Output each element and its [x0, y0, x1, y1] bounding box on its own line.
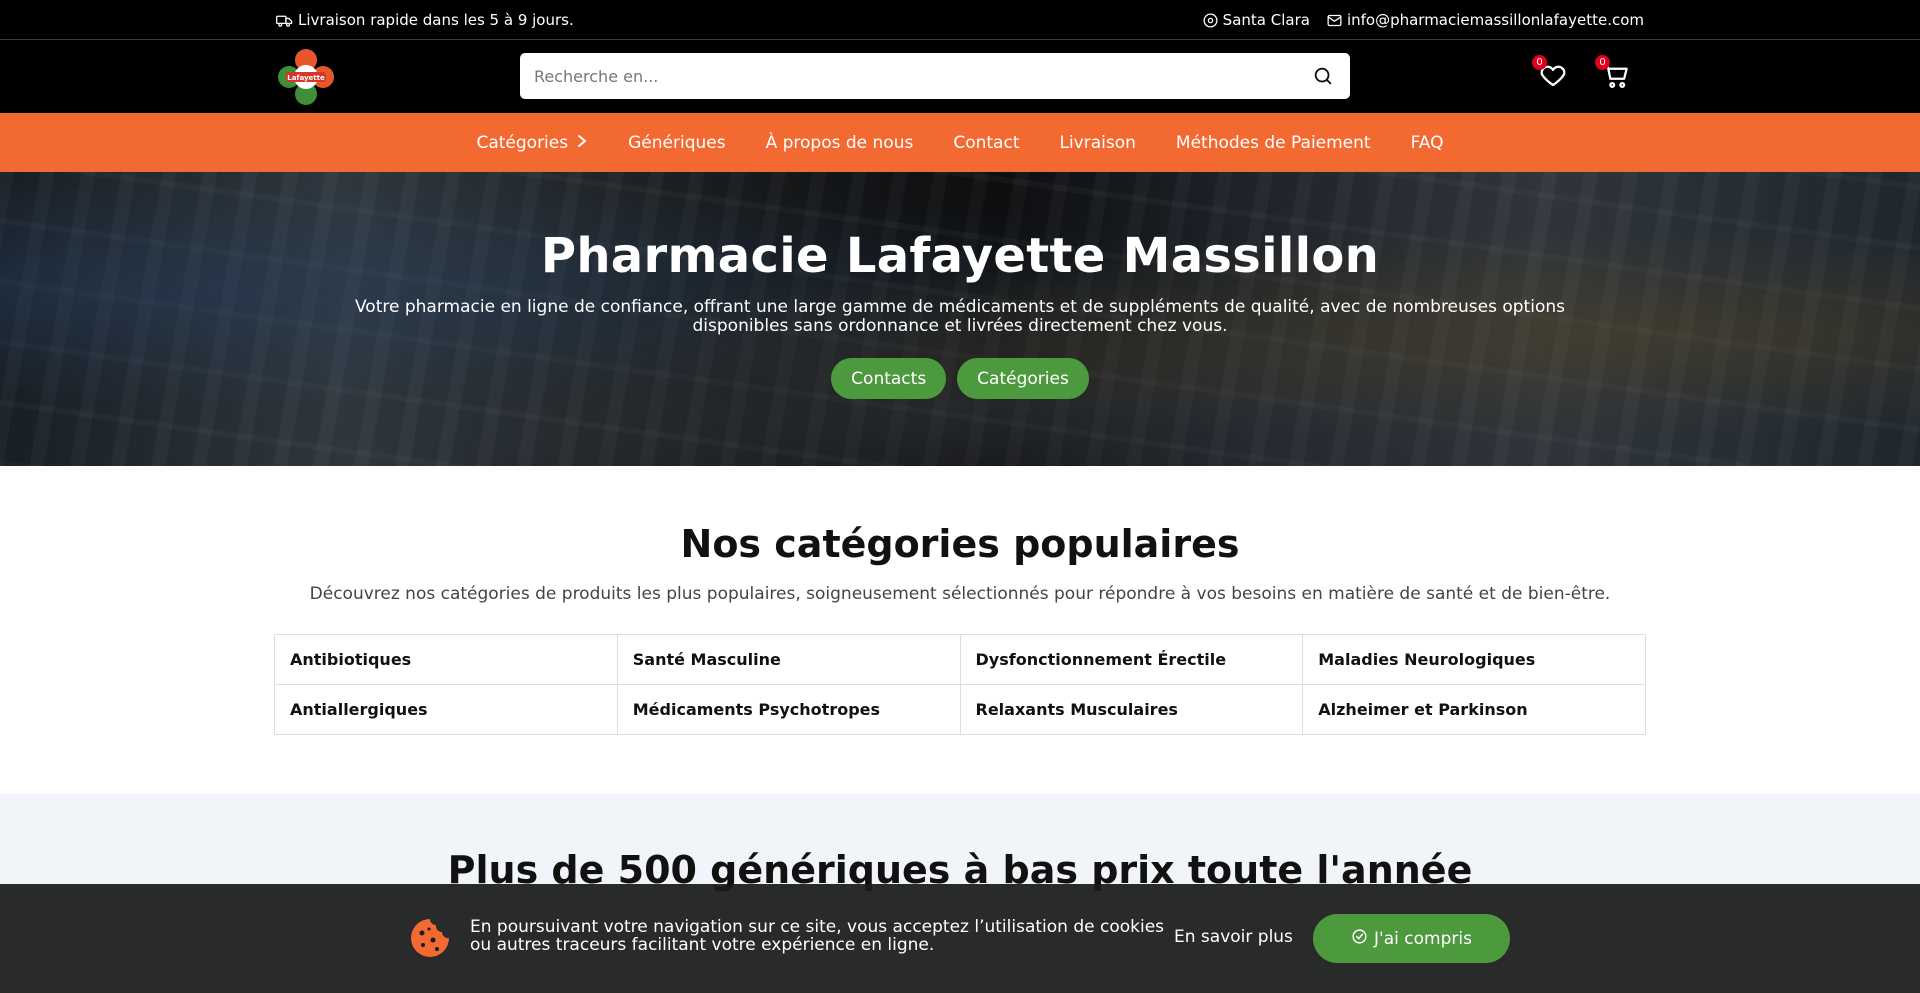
location-icon — [1202, 12, 1219, 29]
category-dysfonctionnement-erectile[interactable]: Dysfonctionnement Érectile — [960, 635, 1304, 685]
email-link[interactable]: info@pharmaciemassillonlafayette.com — [1326, 11, 1644, 29]
category-maladies-neurologiques[interactable]: Maladies Neurologiques — [1303, 635, 1646, 685]
header: Lafayette 0 0 — [0, 40, 1920, 113]
section-subtitle: Découvrez nos catégories de produits les… — [309, 584, 1611, 604]
popular-categories-section: Nos catégories populaires Découvrez nos … — [0, 466, 1920, 735]
cookie-banner: En poursuivant votre navigation sur ce s… — [0, 884, 1920, 993]
cookie-text: En poursuivant votre navigation sur ce s… — [470, 917, 1165, 955]
hero-banner: Pharmacie Lafayette Massillon Votre phar… — [0, 172, 1920, 466]
site-logo[interactable]: Lafayette — [276, 47, 336, 107]
categories-button[interactable]: Catégories — [957, 358, 1089, 399]
nav-item-faq[interactable]: FAQ — [1411, 133, 1444, 153]
cookie-icon — [409, 917, 451, 959]
cookie-accept-label: J'ai compris — [1374, 928, 1472, 949]
hero-title: Pharmacie Lafayette Massillon — [540, 228, 1380, 284]
nav-item-label: Catégories — [476, 132, 569, 153]
nav-item-generiques[interactable]: Génériques — [628, 133, 725, 153]
cart-button[interactable]: 0 — [1595, 55, 1633, 94]
location-text: Santa Clara — [1222, 11, 1310, 29]
location-link[interactable]: Santa Clara — [1202, 11, 1310, 29]
email-text: info@pharmaciemassillonlafayette.com — [1346, 11, 1644, 29]
category-alzheimer-parkinson[interactable]: Alzheimer et Parkinson — [1303, 685, 1646, 735]
wishlist-button[interactable]: 0 — [1532, 55, 1570, 94]
search-input[interactable] — [534, 66, 1310, 86]
category-medicaments-psychotropes[interactable]: Médicaments Psychotropes — [617, 685, 961, 735]
svg-text:Lafayette: Lafayette — [287, 74, 325, 82]
delivery-text: Livraison rapide dans les 5 à 9 jours. — [298, 11, 574, 29]
mail-icon — [1326, 12, 1343, 29]
cookie-accept-button[interactable]: J'ai compris — [1313, 914, 1510, 963]
main-nav: Catégories Génériques À propos de nous C… — [0, 113, 1920, 172]
nav-item-categories[interactable]: Catégories — [476, 133, 588, 153]
nav-item-payment[interactable]: Méthodes de Paiement — [1176, 133, 1371, 153]
category-sante-masculine[interactable]: Santé Masculine — [617, 635, 961, 685]
top-bar: Livraison rapide dans les 5 à 9 jours. S… — [0, 0, 1920, 40]
delivery-info: Livraison rapide dans les 5 à 9 jours. — [276, 0, 574, 40]
truck-icon — [276, 12, 293, 29]
search-icon[interactable] — [1310, 63, 1336, 89]
nav-item-contact[interactable]: Contact — [953, 133, 1019, 153]
hero-subtitle: Votre pharmacie en ligne de confiance, o… — [355, 297, 1565, 336]
cookie-learn-more-link[interactable]: En savoir plus — [1174, 927, 1293, 947]
wishlist-count-badge: 0 — [1532, 55, 1547, 70]
categories-grid: Antibiotiques Santé Masculine Dysfonctio… — [274, 634, 1646, 735]
nav-item-livraison[interactable]: Livraison — [1059, 133, 1135, 153]
search-bar — [520, 53, 1350, 99]
contacts-button[interactable]: Contacts — [831, 358, 947, 399]
chevron-right-icon — [576, 133, 588, 153]
nav-item-about[interactable]: À propos de nous — [766, 133, 914, 153]
category-relaxants-musculaires[interactable]: Relaxants Musculaires — [960, 685, 1304, 735]
cart-count-badge: 0 — [1595, 55, 1610, 70]
category-antibiotiques[interactable]: Antibiotiques — [275, 635, 618, 685]
generics-title: Plus de 500 génériques à bas prix toute … — [447, 848, 1473, 892]
check-circle-icon — [1351, 928, 1368, 950]
category-antiallergiques[interactable]: Antiallergiques — [275, 685, 618, 735]
section-title: Nos catégories populaires — [680, 522, 1240, 566]
